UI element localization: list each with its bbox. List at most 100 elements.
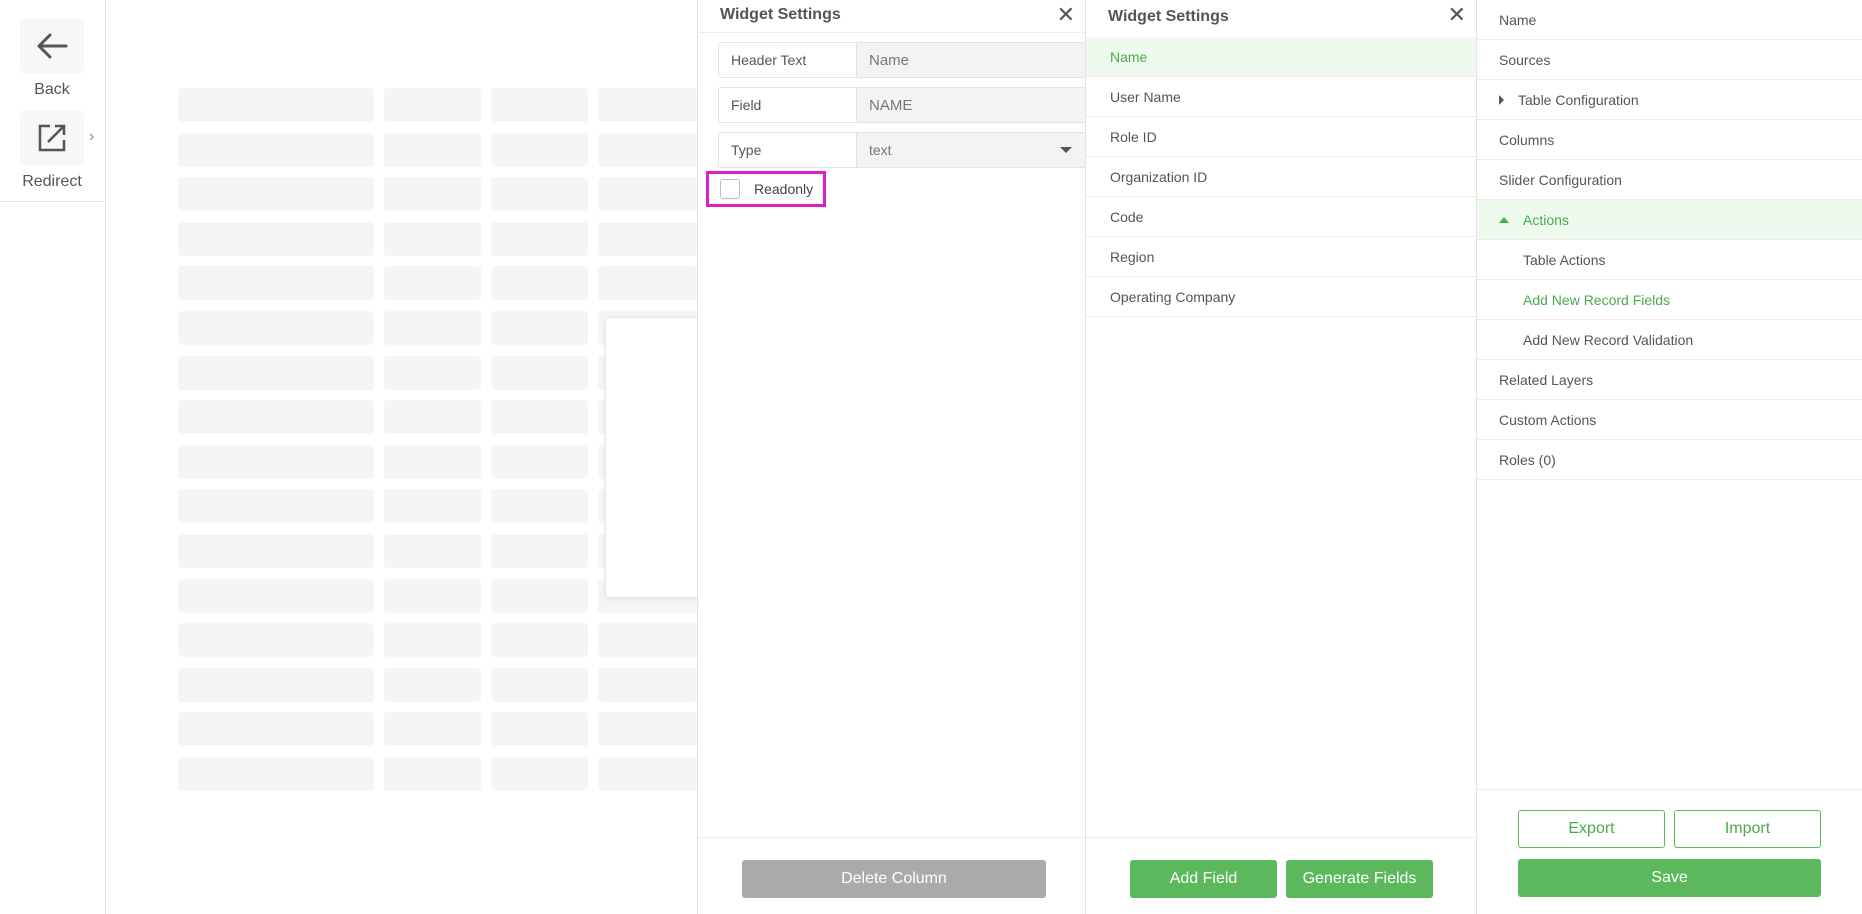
field-list-item-label: Region (1110, 248, 1155, 265)
skeleton-cell (178, 534, 374, 568)
nav-item-label: Sources (1499, 51, 1551, 68)
skeleton-cell (491, 88, 588, 122)
field-list-item[interactable]: User Name (1086, 77, 1476, 117)
skeleton-cell (178, 177, 374, 212)
nav-item[interactable]: Related Layers (1477, 360, 1862, 400)
nav-item-label: Table Actions (1523, 251, 1606, 268)
skeleton-cell (384, 400, 481, 435)
skeleton-cell (491, 667, 588, 702)
export-button[interactable]: Export (1518, 810, 1665, 848)
nav-item[interactable]: Name (1477, 0, 1862, 40)
save-button[interactable]: Save (1518, 859, 1821, 897)
readonly-checkbox[interactable] (720, 179, 740, 199)
nav-item[interactable]: Columns (1477, 120, 1862, 160)
fields-panel: Widget Settings ✕ Name User Name Role ID Or… (1085, 0, 1476, 914)
header-text-input[interactable] (869, 51, 1086, 69)
skeleton-cell (178, 757, 374, 791)
field-input[interactable] (869, 96, 1086, 114)
skeleton-cell (384, 221, 481, 256)
nav-item[interactable]: Table Actions (1477, 240, 1862, 280)
skeleton-cell (178, 132, 374, 167)
back-tool[interactable]: Back (20, 19, 84, 99)
nav-item-label: Slider Configuration (1499, 171, 1622, 188)
field-list-item[interactable]: Operating Company (1086, 277, 1476, 317)
chevron-down-icon (1060, 147, 1072, 153)
skeleton-cell (491, 757, 588, 791)
skeleton-cell (178, 355, 374, 390)
delete-column-button[interactable]: Delete Column (742, 860, 1046, 898)
column-settings-panel: Widget Settings ✕ Header Text Field Type… (697, 0, 1087, 914)
nav-item[interactable]: Actions (1477, 200, 1862, 240)
skeleton-cell (598, 221, 698, 256)
nav-item-label: Roles (0) (1499, 451, 1556, 468)
add-field-button[interactable]: Add Field (1130, 860, 1277, 898)
field-list-item[interactable]: Code (1086, 197, 1476, 237)
skeleton-cell (384, 623, 481, 658)
toolbar-group: Back Redirect › (0, 0, 105, 202)
skeleton-cell (598, 712, 698, 747)
skeleton-cell (384, 444, 481, 479)
panel-footer (698, 837, 1085, 838)
header-text-field[interactable] (857, 43, 1086, 77)
skeleton-cell (491, 489, 588, 524)
field-field[interactable] (857, 88, 1086, 122)
redirect-label: Redirect (22, 173, 82, 190)
skeleton-cell (384, 266, 481, 301)
external-link-icon (38, 124, 66, 152)
skeleton-cell (491, 712, 588, 747)
close-icon[interactable]: ✕ (1448, 4, 1466, 26)
header-text-label: Header Text (719, 43, 857, 77)
nav-item-label: Table Configuration (1518, 91, 1639, 108)
chevron-right-icon[interactable]: › (89, 128, 94, 146)
settings-nav-panel: Name Sources Table Configuration Columns Sli… (1476, 0, 1862, 914)
skeleton-cell (598, 757, 698, 791)
skeleton-cell (178, 221, 374, 256)
skeleton-cell (178, 667, 374, 702)
nav-item[interactable]: Table Configuration (1477, 80, 1862, 120)
generate-fields-button[interactable]: Generate Fields (1286, 860, 1433, 898)
skeleton-cell (178, 578, 374, 613)
skeleton-cell (384, 355, 481, 390)
nav-item-label: Actions (1523, 211, 1569, 228)
skeleton-cell (384, 489, 481, 524)
field-list-item-label: Name (1110, 48, 1148, 65)
nav-item[interactable]: Sources (1477, 40, 1862, 80)
close-icon[interactable]: ✕ (1057, 4, 1075, 26)
panel-footer (1086, 837, 1476, 838)
type-select-value: text (869, 142, 892, 158)
nav-item[interactable]: Custom Actions (1477, 400, 1862, 440)
readonly-checkbox-row[interactable]: Readonly (706, 171, 826, 207)
field-list-item[interactable]: Name (1086, 37, 1476, 77)
type-label: Type (719, 133, 857, 167)
skeleton-cell (598, 266, 698, 301)
field-list-item[interactable]: Role ID (1086, 117, 1476, 157)
type-select[interactable]: text (857, 133, 1086, 167)
skeleton-cell (598, 177, 698, 212)
skeleton-cell (491, 311, 588, 345)
skeleton-cell (384, 88, 481, 122)
import-button[interactable]: Import (1674, 810, 1821, 848)
skeleton-cell (178, 712, 374, 747)
skeleton-cell (598, 132, 698, 167)
nav-item-label: Columns (1499, 131, 1555, 148)
skeleton-cell (384, 578, 481, 613)
field-list-item-label: Code (1110, 208, 1144, 225)
nav-item[interactable]: Slider Configuration (1477, 160, 1862, 200)
nav-item[interactable]: Add New Record Fields (1477, 280, 1862, 320)
field-list-item-label: Role ID (1110, 128, 1157, 145)
field-list-item[interactable]: Region (1086, 237, 1476, 277)
skeleton-cell (491, 132, 588, 167)
divider (698, 32, 1085, 33)
back-button[interactable] (20, 19, 84, 73)
redirect-tool[interactable]: Redirect (20, 111, 84, 191)
caret-up-icon (1499, 216, 1509, 223)
nav-item-label: Add New Record Fields (1523, 291, 1671, 308)
field-list-item[interactable]: Organization ID (1086, 157, 1476, 197)
field-label: Field (719, 88, 857, 122)
nav-item[interactable]: Add New Record Validation (1477, 320, 1862, 360)
skeleton-cell (178, 489, 374, 524)
redirect-button[interactable] (20, 111, 84, 165)
skeleton-cell (598, 667, 698, 702)
caret-right-icon (1499, 94, 1504, 105)
nav-item[interactable]: Roles (0) (1477, 440, 1862, 480)
